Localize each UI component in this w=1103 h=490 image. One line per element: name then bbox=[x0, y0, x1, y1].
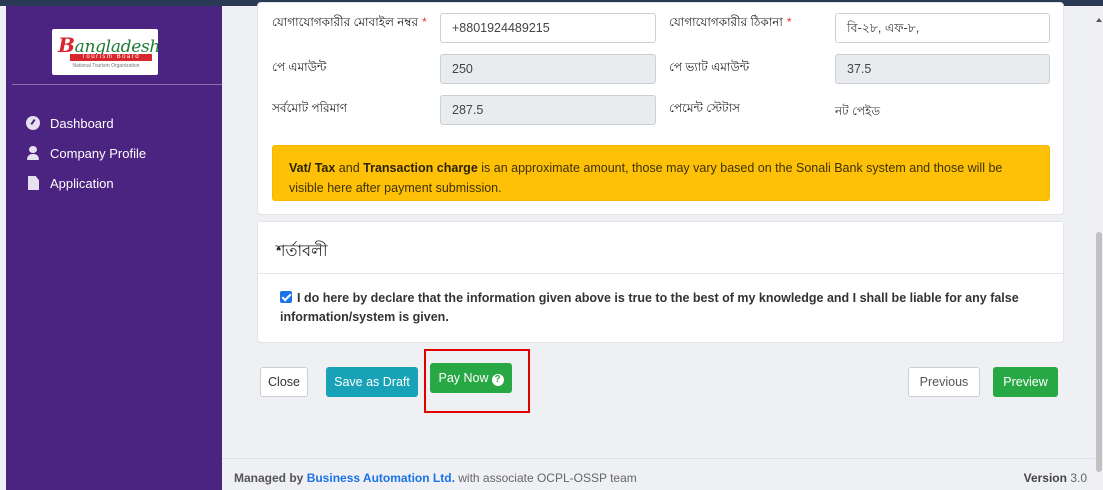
contact-mobile-field[interactable]: +8801924489215 bbox=[440, 13, 656, 43]
version-label: Version 3.0 bbox=[1023, 471, 1087, 485]
save-as-draft-button[interactable]: Save as Draft bbox=[326, 367, 418, 397]
sidebar-item-label: Company Profile bbox=[50, 145, 147, 161]
user-icon bbox=[26, 146, 40, 160]
declaration: I do here by declare that the informatio… bbox=[280, 289, 1040, 327]
total-amount-field: 287.5 bbox=[440, 95, 656, 125]
payment-details-card: যোগাযোগকারীর মোবাইল নম্বর * +880192448921… bbox=[257, 2, 1064, 215]
highlight-box bbox=[424, 349, 530, 413]
sidebar: Bangladesh Tourism Board National Touris… bbox=[6, 6, 222, 490]
pay-amount-field: 250 bbox=[440, 54, 656, 84]
contact-address-field[interactable]: বি-২৮, এফ-৮, bbox=[835, 13, 1050, 43]
pay-amount-label: পে এমাউন্ট bbox=[272, 60, 327, 74]
sidebar-nav: Dashboard Company Profile Application bbox=[26, 108, 146, 198]
vat-info-alert: Vat/ Tax and Transaction charge is an ap… bbox=[272, 145, 1050, 201]
declaration-checkbox[interactable] bbox=[280, 291, 292, 303]
sidebar-item-application[interactable]: Application bbox=[26, 168, 146, 198]
sidebar-item-label: Dashboard bbox=[50, 115, 114, 131]
sidebar-item-company-profile[interactable]: Company Profile bbox=[26, 138, 146, 168]
scrollbar[interactable] bbox=[1095, 6, 1103, 490]
close-button[interactable]: Close bbox=[260, 367, 308, 397]
bangladesh-tourism-logo[interactable]: Bangladesh Tourism Board National Touris… bbox=[52, 29, 158, 75]
logo-subtitle: National Tourism Organization bbox=[72, 63, 140, 69]
dashboard-icon bbox=[26, 116, 40, 130]
terms-card: শর্তাবলী I do here by declare that the i… bbox=[257, 221, 1064, 343]
scroll-up-arrow-icon[interactable] bbox=[1096, 18, 1102, 22]
footer-credit: Managed by Business Automation Ltd. with… bbox=[234, 471, 637, 485]
sidebar-item-dashboard[interactable]: Dashboard bbox=[26, 108, 146, 138]
total-amount-label: সর্বমোট পরিমাণ bbox=[272, 101, 348, 115]
pay-vat-label: পে ভ্যাট এমাউন্ট bbox=[669, 60, 750, 74]
main-content: যোগাযোগকারীর মোবাইল নম্বর * +880192448921… bbox=[222, 2, 1103, 490]
payment-status-label: পেমেন্ট স্টেটাস bbox=[669, 101, 740, 115]
sidebar-item-label: Application bbox=[50, 175, 114, 191]
file-icon bbox=[28, 176, 39, 190]
contact-address-label: যোগাযোগকারীর ঠিকানা * bbox=[669, 15, 792, 29]
sidebar-divider bbox=[12, 84, 222, 85]
scroll-thumb[interactable] bbox=[1096, 232, 1102, 472]
declaration-text: I do here by declare that the informatio… bbox=[280, 291, 1019, 324]
logo-strip: Tourism Board bbox=[70, 54, 152, 61]
footer-divider bbox=[222, 458, 1103, 459]
payment-status-value: নট পেইড bbox=[835, 104, 881, 118]
previous-button[interactable]: Previous bbox=[908, 367, 980, 397]
footer-brand-link[interactable]: Business Automation Ltd. bbox=[307, 471, 455, 485]
pay-vat-field: 37.5 bbox=[835, 54, 1050, 84]
preview-button[interactable]: Preview bbox=[993, 367, 1058, 397]
contact-mobile-label: যোগাযোগকারীর মোবাইল নম্বর * bbox=[272, 15, 427, 29]
terms-title: শর্তাবলী bbox=[258, 222, 1063, 274]
